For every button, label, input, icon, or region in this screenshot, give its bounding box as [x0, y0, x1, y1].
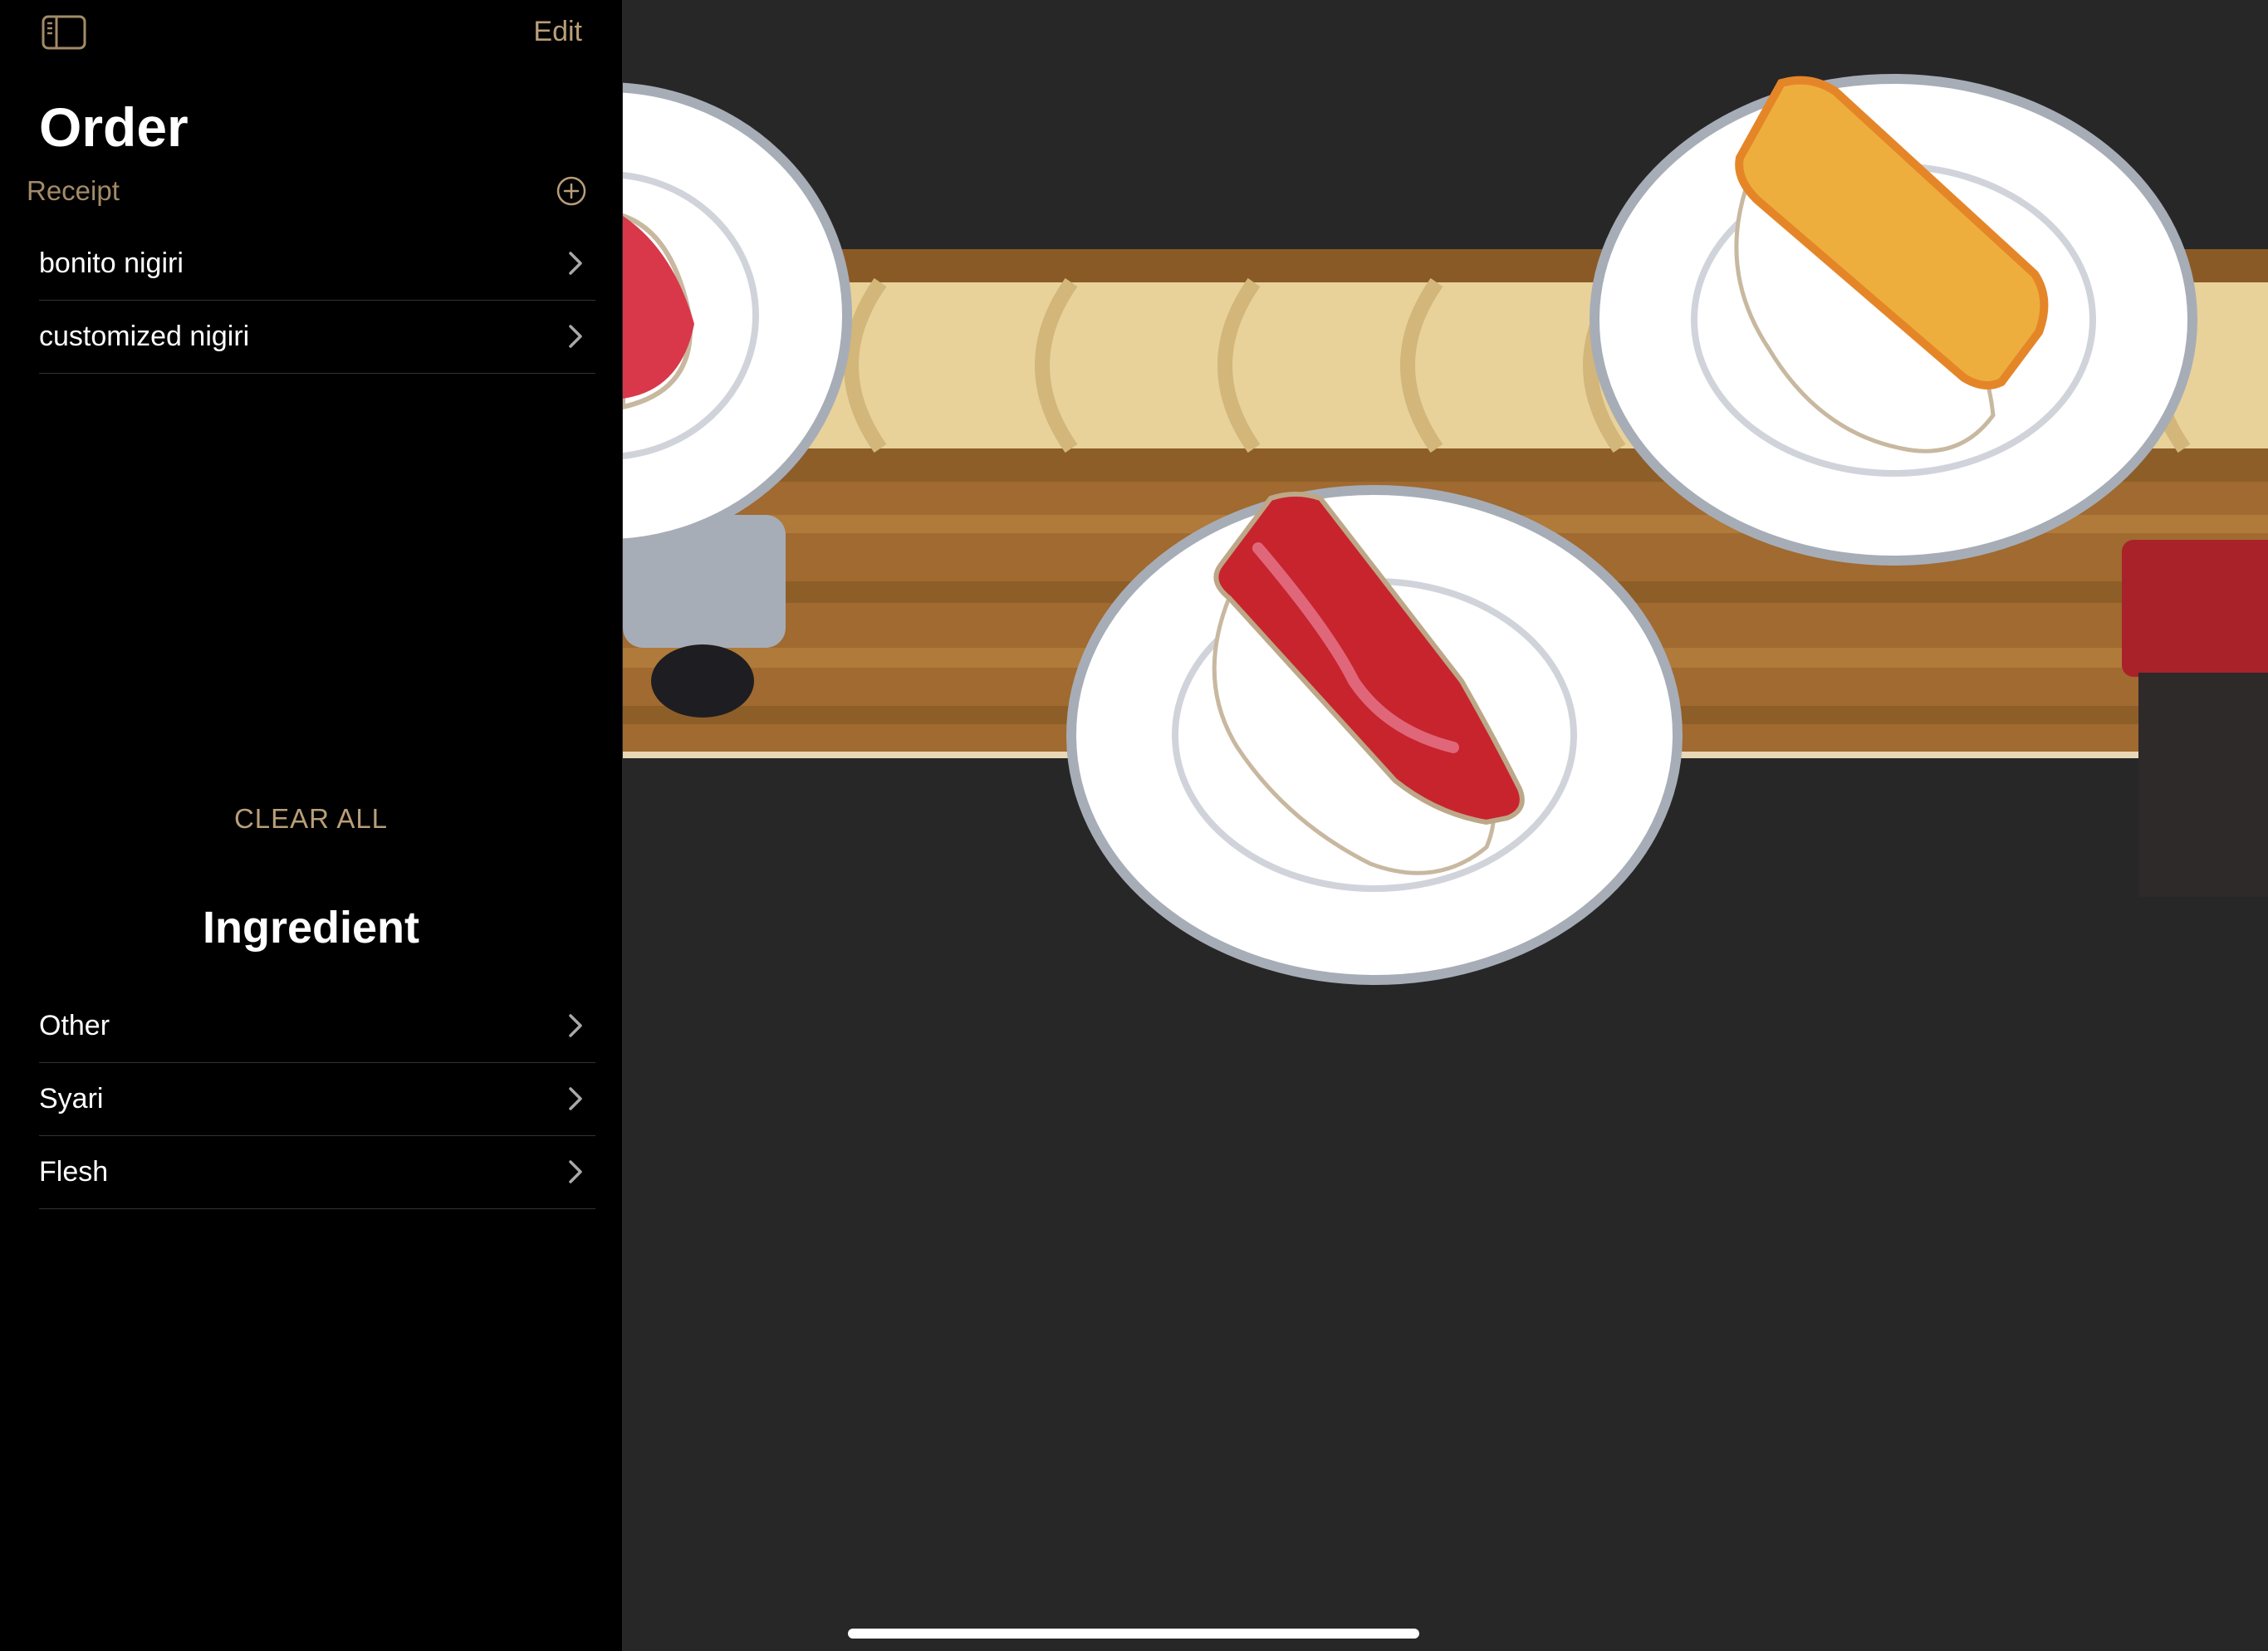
list-item[interactable]: customized nigiri — [39, 301, 595, 374]
list-item-label: Flesh — [39, 1156, 109, 1188]
list-item[interactable]: Flesh — [39, 1136, 595, 1209]
list-item-label: Other — [39, 1010, 110, 1041]
list-item-label: bonito nigiri — [39, 247, 184, 279]
list-item[interactable]: bonito nigiri — [39, 228, 595, 301]
home-indicator[interactable] — [848, 1629, 1419, 1639]
list-item-label: customized nigiri — [39, 321, 250, 352]
clear-all-button[interactable]: CLEAR ALL — [0, 801, 622, 837]
list-item-label: Syari — [39, 1083, 104, 1115]
edit-button[interactable]: Edit — [533, 13, 582, 50]
list-item[interactable]: Other — [39, 990, 595, 1063]
sushi-conveyor-illustration — [623, 74, 2268, 985]
sidebar-toggle-icon[interactable] — [42, 15, 86, 50]
page-title: Order — [39, 96, 189, 158]
chevron-right-icon — [569, 1087, 582, 1110]
app-window: Edit Order Receipt bonito nigiri customi… — [0, 0, 2268, 1651]
detail-pane — [623, 0, 2268, 1651]
chevron-right-icon — [569, 252, 582, 275]
sidebar: Edit Order Receipt bonito nigiri customi… — [0, 0, 623, 1651]
receipt-section-header: Receipt — [27, 175, 120, 206]
chevron-right-icon — [569, 1014, 582, 1037]
receipt-list: bonito nigiri customized nigiri — [39, 228, 595, 374]
chevron-right-icon — [569, 325, 582, 348]
plus-circle-icon[interactable] — [556, 175, 587, 207]
chevron-right-icon — [569, 1160, 582, 1183]
list-item[interactable]: Syari — [39, 1063, 595, 1136]
ingredient-title: Ingredient — [202, 903, 419, 953]
ingredient-list: Other Syari Flesh — [39, 990, 595, 1209]
